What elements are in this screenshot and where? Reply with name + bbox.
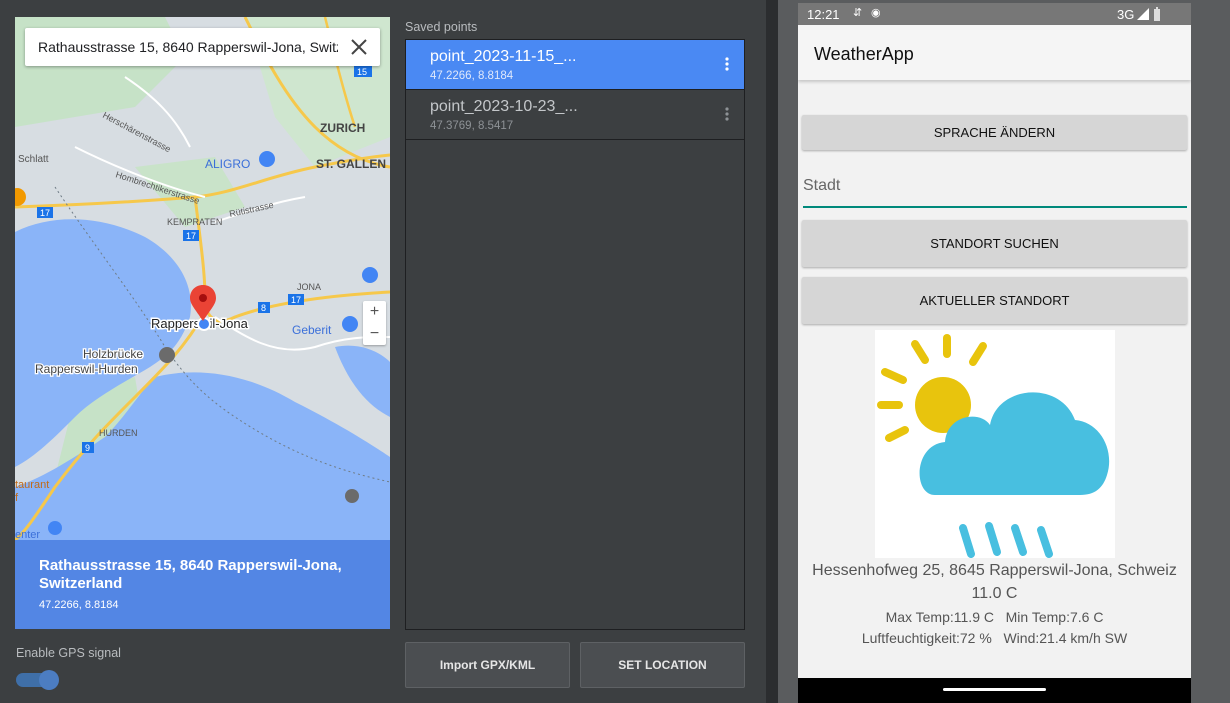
label-st-gallen: ST. GALLEN (316, 157, 386, 171)
signal-icon (1137, 8, 1149, 20)
weather-address: Hessenhofweg 25, 8645 Rapperswil-Jona, S… (812, 562, 1177, 579)
map-canvas[interactable]: Herschärenstrasse ZURICH ST. GALLEN Schl… (15, 17, 390, 540)
label-aligro: ALIGRO (205, 157, 250, 171)
weather-humidity-wind: Luftfeuchtigkeit:72 % Wind:21.4 km/h SW (861, 630, 1128, 646)
label-hurden: HURDEN (99, 428, 138, 438)
shop-icon[interactable] (342, 316, 358, 332)
app-title: WeatherApp (814, 44, 914, 64)
label-rapperswil-hurden: Rapperswil-Hurden (35, 362, 138, 376)
label-restaurant: taurant (15, 479, 49, 491)
saved-point-name: point_2023-10-23_... (430, 98, 578, 115)
label-zurich: ZURICH (320, 121, 365, 135)
saved-point-name: point_2023-11-15_... (430, 48, 577, 65)
label-center: enter (15, 529, 40, 540)
gps-toggle-label: Enable GPS signal (16, 646, 121, 660)
place-icon[interactable] (345, 489, 359, 503)
navigation-bar (798, 678, 1191, 703)
saved-point-item[interactable]: point_2023-11-15_... 47.2266, 8.8184 (406, 40, 744, 90)
import-gpx-kml-button[interactable]: Import GPX/KML (405, 642, 570, 688)
location-coordinates: 47.2266, 8.8184 (39, 599, 119, 611)
panel-divider[interactable] (766, 0, 778, 703)
battery-icon (1154, 7, 1160, 21)
location-info-panel: Rathausstrasse 15, 8640 Rapperswil-Jona,… (15, 540, 390, 629)
weather-min-max: Max Temp:11.9 C Min Temp:7.6 C (885, 609, 1104, 625)
change-language-button[interactable]: SPRACHE ÄNDERN (802, 115, 1187, 150)
more-vert-icon[interactable] (724, 106, 730, 122)
saved-point-coords: 47.2266, 8.8184 (430, 70, 514, 82)
route-8-label: 8 (261, 303, 266, 313)
location-address: Rathausstrasse 15, 8640 Rapperswil-Jona,… (39, 557, 342, 592)
landmark-icon[interactable] (159, 347, 175, 363)
route-15-label: 15 (357, 67, 367, 77)
shop-icon[interactable] (362, 267, 378, 283)
map-view[interactable]: Herschärenstrasse ZURICH ST. GALLEN Schl… (15, 17, 390, 540)
sync-icon: ◉ (871, 7, 881, 19)
saved-point-item[interactable]: point_2023-10-23_... 47.3769, 8.5417 (406, 90, 744, 140)
saved-point-coords: 47.3769, 8.5417 (430, 120, 514, 132)
route-9-label: 9 (85, 443, 90, 453)
gps-toggle-switch[interactable] (16, 670, 60, 690)
address-search-box[interactable]: Rathausstrasse 15, 8640 Rapperswil-Jona,… (25, 28, 380, 66)
saved-points-list: point_2023-11-15_... 47.2266, 8.8184 poi… (405, 39, 745, 630)
shop-icon[interactable] (259, 151, 275, 167)
status-time: 12:21 (807, 7, 840, 22)
label-holzbrucke: Holzbrücke (83, 347, 143, 361)
phone-screen: 12:21 ⇵ ◉ 3G WeatherApp SPRACHE ÄNDERN S… (798, 3, 1191, 703)
address-search-input[interactable]: Rathausstrasse 15, 8640 Rapperswil-Jona,… (38, 39, 338, 55)
shop-icon[interactable] (48, 521, 62, 535)
label-geberit: Geberit (292, 323, 332, 337)
label-jona: JONA (297, 282, 321, 292)
route-17-label: 17 (40, 208, 50, 218)
current-location-button[interactable]: AKTUELLER STANDORT (802, 277, 1187, 324)
weather-temperature: 11.0 C (971, 585, 1018, 602)
zoom-control: + − (363, 301, 386, 345)
app-bar: WeatherApp (798, 25, 1191, 80)
saved-points-label: Saved points (405, 20, 478, 34)
partly-cloudy-rain-icon (875, 330, 1115, 558)
status-bar: 12:21 ⇵ ◉ 3G (798, 3, 1191, 25)
city-field[interactable] (803, 173, 1187, 208)
network-type: 3G (1117, 7, 1135, 22)
route-17-label: 17 (186, 231, 196, 241)
more-vert-icon[interactable] (724, 56, 730, 72)
zoom-in-button[interactable]: + (363, 301, 386, 323)
set-location-button[interactable]: SET LOCATION (580, 642, 745, 688)
route-17-label: 17 (291, 295, 301, 305)
close-icon[interactable] (349, 37, 369, 57)
city-input[interactable] (803, 177, 1183, 195)
data-saver-icon: ⇵ (853, 7, 863, 19)
label-kempraten: KEMPRATEN (167, 217, 222, 227)
home-gesture-handle[interactable] (943, 688, 1046, 691)
zoom-out-button[interactable]: − (363, 323, 386, 345)
label-schlatt: Schlatt (18, 154, 49, 165)
search-location-button[interactable]: STANDORT SUCHEN (802, 220, 1187, 267)
